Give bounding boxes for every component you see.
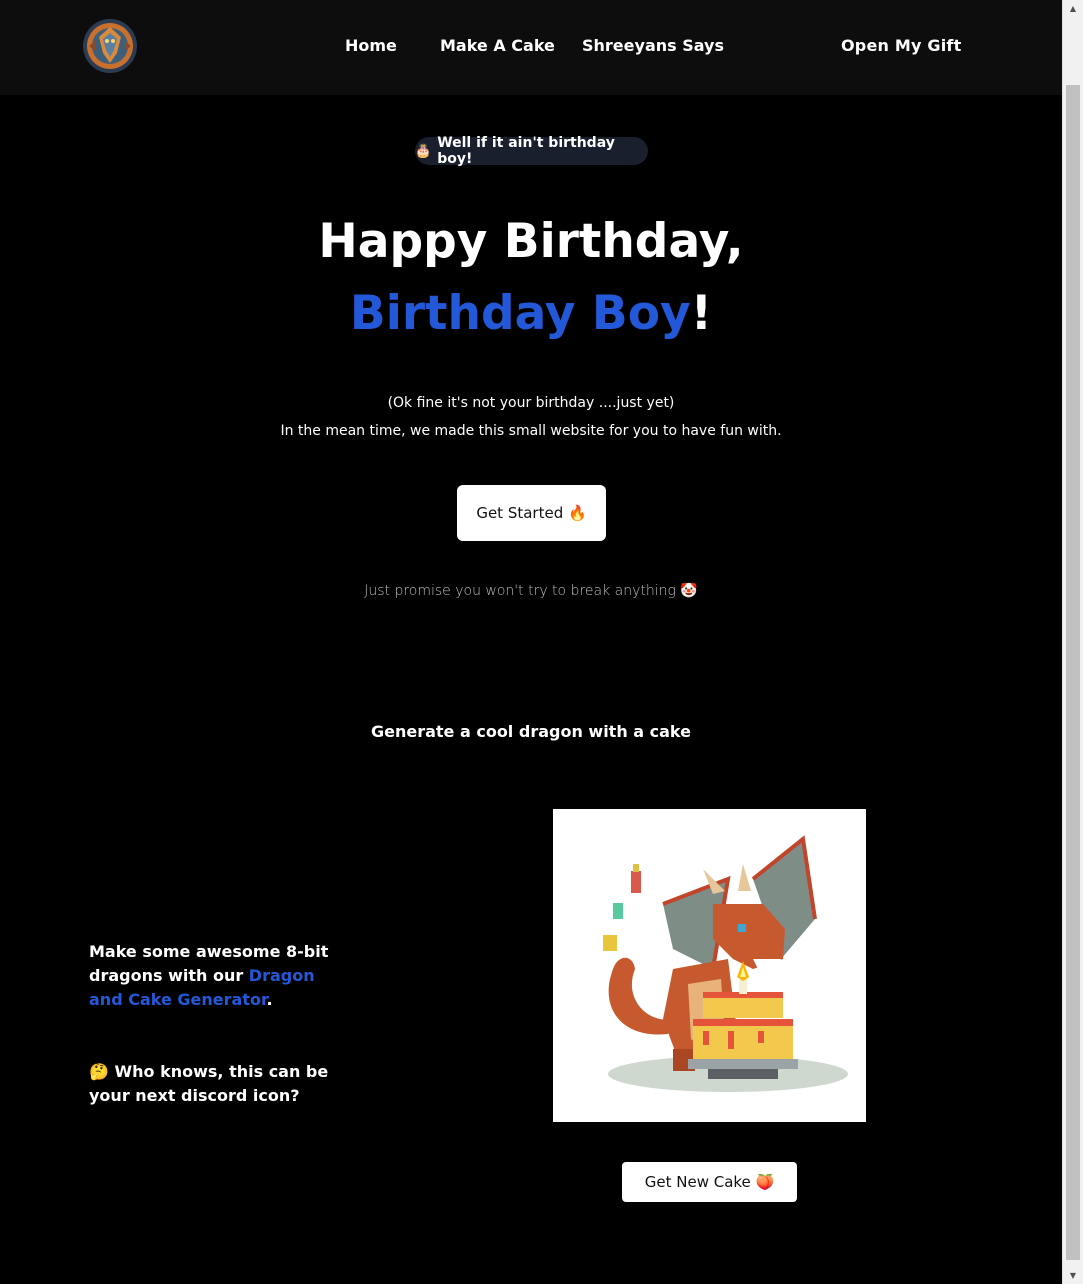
page-scrollbar[interactable]: ▲ ▼ [1062,0,1083,1284]
dragon-with-cake-icon [603,835,848,1092]
hero-subtitle-2: In the mean time, we made this small web… [280,423,782,439]
get-new-cake-button[interactable]: Get New Cake 🍑 [622,1162,797,1202]
page: Home Make A Cake Shreeyans Says Open My … [0,0,1062,1284]
open-my-gift-button[interactable]: Open My Gift [841,36,961,56]
scrollbar-thumb[interactable] [1066,85,1080,1260]
hero-title-suffix: ! [690,286,713,341]
get-started-button[interactable]: Get Started 🔥 [457,485,606,541]
navbar: Home Make A Cake Shreeyans Says Open My … [0,0,1062,95]
nav-link-make-a-cake[interactable]: Make A Cake [440,36,555,56]
greeting-badge: 🎂 Well if it ain't birthday boy! [415,135,648,167]
scroll-down-arrow-icon[interactable]: ▼ [1063,1267,1083,1284]
generator-heading: Generate a cool dragon with a cake [370,722,691,741]
generator-description: Make some awesome 8-bit dragons with our… [89,940,351,1012]
cake-emoji-icon: 🎂 [415,143,432,159]
scroll-up-arrow-icon[interactable]: ▲ [1063,0,1083,17]
discord-icon-note: 🤔 Who knows, this can be your next disco… [89,1062,329,1105]
hero-title-line2: Birthday Boy! [0,282,1062,346]
nav-link-home[interactable]: Home [345,36,397,56]
hero-title-highlight: Birthday Boy [349,286,691,341]
hero-title-line1: Happy Birthday, [318,214,744,269]
dragon-logo-icon[interactable] [81,17,139,75]
greeting-badge-text: Well if it ain't birthday boy! [437,135,615,167]
generator-description-suffix: . [266,990,273,1009]
nav-link-shreeyans-says[interactable]: Shreeyans Says [582,36,724,56]
hero-subtitle-1: (Ok fine it's not your birthday ....just… [387,395,675,411]
dragon-cake-image [553,809,866,1122]
promise-text: Just promise you won't try to break anyt… [364,583,698,599]
